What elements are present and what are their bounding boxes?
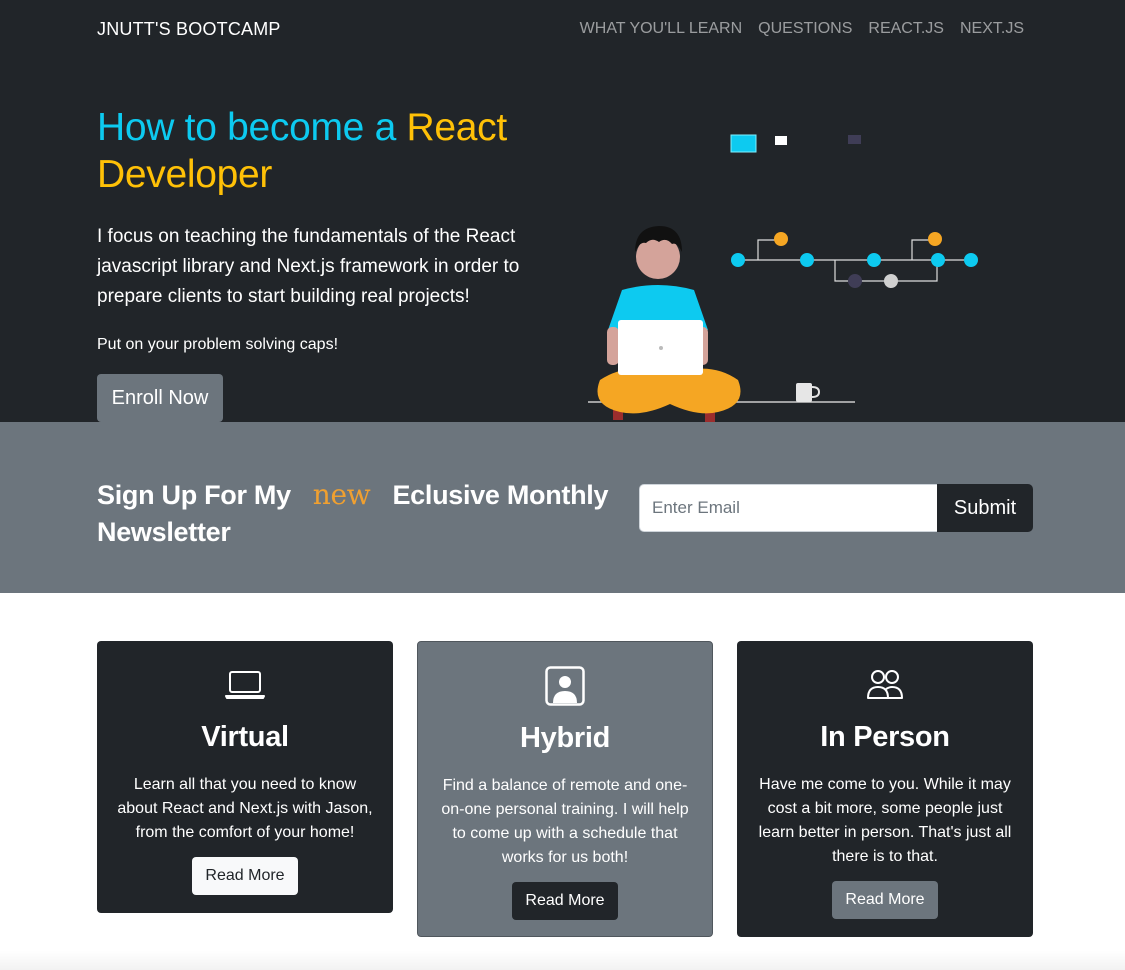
read-more-button[interactable]: Read More: [192, 857, 298, 895]
card-title: In Person: [820, 721, 950, 753]
laptop-icon: [225, 671, 265, 699]
nav-link-questions[interactable]: QUESTIONS: [758, 20, 852, 38]
people-icon: [867, 670, 903, 699]
nav-links: WHAT YOU'LL LEARN QUESTIONS REACT.JS NEX…: [580, 20, 1024, 38]
hero-section: How to become a React Developer I focus …: [0, 62, 1125, 430]
hero-subtext: Put on your problem solving caps!: [97, 336, 339, 353]
card-hybrid: Hybrid Find a balance of remote and one-…: [417, 641, 713, 937]
read-more-button[interactable]: Read More: [512, 882, 618, 920]
page-bottom-shadow: [0, 950, 1125, 970]
nav-link-nextjs[interactable]: NEXT.JS: [960, 20, 1024, 38]
card-title: Virtual: [201, 721, 289, 753]
hero-title-accent: How to become a: [97, 106, 407, 149]
card-text: Learn all that you need to know about Re…: [117, 776, 373, 841]
brand-link[interactable]: JNUTT'S BOOTCAMP: [97, 19, 281, 40]
email-input[interactable]: [639, 484, 938, 532]
submit-button[interactable]: Submit: [937, 484, 1033, 532]
card-virtual: Virtual Learn all that you need to know …: [97, 641, 393, 913]
read-more-button[interactable]: Read More: [832, 881, 938, 919]
card-in-person: In Person Have me come to you. While it …: [737, 641, 1033, 937]
hero-title: How to become a React Developer: [97, 104, 567, 198]
nav-link-what-youll-learn[interactable]: WHAT YOU'LL LEARN: [580, 20, 743, 38]
enroll-now-button[interactable]: Enroll Now: [97, 374, 223, 422]
newsletter-section: Sign Up For My new Eclusive Monthly Newsle…: [0, 422, 1125, 593]
person-badge-icon: [545, 666, 585, 706]
newsletter-title: Sign Up For My new Eclusive Monthly Newsle…: [97, 476, 617, 551]
navbar: JNUTT'S BOOTCAMP WHAT YOU'LL LEARN QUEST…: [0, 0, 1125, 62]
developer-illustration: [588, 134, 978, 430]
newsletter-title-start: Sign Up For My: [97, 480, 291, 510]
hero-lead-text: I focus on teaching the fundamentals of …: [97, 226, 520, 307]
card-title: Hybrid: [519, 722, 611, 754]
nav-link-reactjs[interactable]: REACT.JS: [868, 20, 944, 38]
newsletter-new-word: new: [312, 478, 371, 511]
card-text: Have me come to you. While it may cost a…: [758, 776, 1012, 865]
card-text: Find a balance of remote and one-on-one …: [441, 777, 689, 866]
